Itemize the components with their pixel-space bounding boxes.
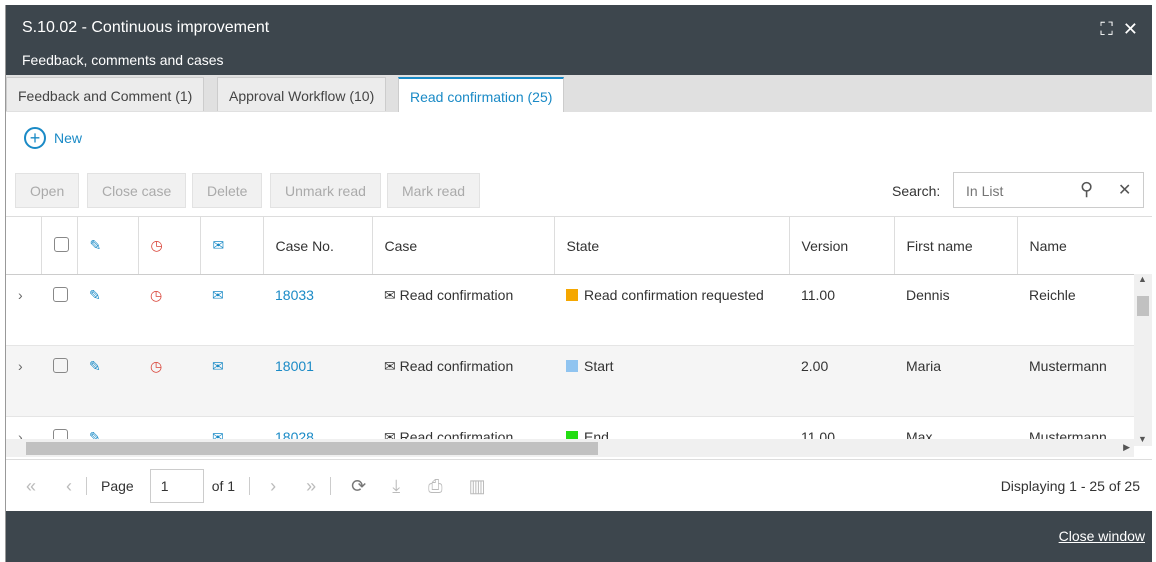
col-case-no[interactable]: Case No. bbox=[263, 217, 373, 275]
header-row: ✎ ◷ ✉ Case No. Case State Version First … bbox=[6, 217, 1134, 275]
unmark-read-button[interactable]: Unmark read bbox=[270, 173, 381, 208]
first-page-icon[interactable]: « bbox=[26, 476, 36, 497]
window-subtitle: Feedback, comments and cases bbox=[22, 52, 224, 68]
name: Reichle bbox=[1017, 274, 1134, 346]
page-input[interactable] bbox=[149, 469, 204, 503]
state-color-icon bbox=[566, 360, 578, 372]
display-count: Displaying 1 - 25 of 25 bbox=[1000, 478, 1140, 494]
window-title: S.10.02 - Continuous improvement bbox=[22, 19, 270, 36]
col-first-name[interactable]: First name bbox=[894, 217, 1018, 275]
version: 2.00 bbox=[789, 345, 894, 417]
page-count: of 1 bbox=[211, 478, 236, 494]
comment-edit-icon[interactable]: ✎ bbox=[77, 274, 138, 346]
last-page-icon[interactable]: » bbox=[306, 476, 316, 497]
pagination-bar: « ‹ Page of 1 › » ⟳ ⤓ ⎙ ▥ Displaying 1 -… bbox=[6, 459, 1152, 512]
print-icon[interactable]: ⎙ bbox=[428, 476, 442, 497]
tab-approval-workflow[interactable]: Approval Workflow (10) bbox=[217, 77, 387, 111]
select-all-checkbox[interactable] bbox=[53, 236, 69, 252]
open-button[interactable]: Open bbox=[15, 173, 80, 208]
close-window-link[interactable]: Close window bbox=[1059, 528, 1145, 544]
search-box: ⚲ ✕ bbox=[953, 172, 1144, 208]
clock-icon: ◷ bbox=[138, 274, 200, 346]
new-label: New bbox=[54, 130, 83, 146]
mark-read-button[interactable]: Mark read bbox=[387, 173, 481, 208]
case-number-link[interactable]: 18001 bbox=[275, 358, 314, 374]
first-name: Dennis bbox=[894, 274, 1017, 346]
search-label: Search: bbox=[892, 183, 941, 199]
new-button[interactable]: + New bbox=[24, 127, 82, 149]
download-icon[interactable]: ⤓ bbox=[392, 476, 400, 497]
maximize-icon[interactable]: ⛶ bbox=[1100, 19, 1113, 40]
dialog-window: S.10.02 - Continuous improvement Feedbac… bbox=[5, 5, 1152, 562]
col-name[interactable]: Name bbox=[1017, 217, 1134, 275]
refresh-icon[interactable]: ⟳ bbox=[351, 476, 366, 497]
plus-circle-icon: + bbox=[24, 127, 46, 149]
case-type: Read confirmation bbox=[399, 358, 514, 374]
delete-button[interactable]: Delete bbox=[192, 173, 263, 208]
read-confirmation-icon: ✉ bbox=[384, 287, 400, 303]
vertical-scrollbar[interactable]: ▲ ▼ bbox=[1134, 274, 1152, 446]
envelope-icon: ✉ bbox=[200, 217, 264, 275]
close-icon[interactable]: ✕ bbox=[1123, 19, 1138, 40]
col-state[interactable]: State bbox=[554, 217, 790, 275]
tab-feedback[interactable]: Feedback and Comment (1) bbox=[6, 77, 205, 111]
search-icon[interactable]: ⚲ bbox=[1080, 179, 1093, 200]
close-case-button[interactable]: Close case bbox=[87, 173, 187, 208]
comment-edit-icon[interactable]: ✎ bbox=[77, 345, 138, 417]
case-type: Read confirmation bbox=[399, 287, 514, 303]
search-input[interactable] bbox=[964, 182, 1078, 200]
next-page-icon[interactable]: › bbox=[270, 476, 276, 497]
window-footer: Close window bbox=[6, 511, 1152, 562]
comment-edit-icon: ✎ bbox=[77, 217, 139, 275]
envelope-open-icon: ✉ bbox=[200, 345, 263, 417]
envelope-open-icon: ✉ bbox=[200, 274, 263, 346]
row-checkbox[interactable] bbox=[53, 287, 68, 302]
first-name: Maria bbox=[894, 345, 1017, 417]
state-color-icon bbox=[566, 289, 578, 301]
window-header: S.10.02 - Continuous improvement Feedbac… bbox=[6, 5, 1152, 75]
tab-bar: Feedback and Comment (1) Approval Workfl… bbox=[6, 75, 1152, 112]
col-version[interactable]: Version bbox=[789, 217, 895, 275]
case-number-link[interactable]: 18033 bbox=[275, 287, 314, 303]
col-case[interactable]: Case bbox=[372, 217, 555, 275]
prev-page-icon[interactable]: ‹ bbox=[66, 476, 72, 497]
clock-icon: ◷ bbox=[138, 217, 201, 275]
state: Start bbox=[584, 358, 614, 374]
expand-header bbox=[6, 217, 42, 275]
read-confirmation-icon: ✉ bbox=[384, 358, 400, 374]
expand-icon[interactable]: › bbox=[6, 345, 41, 417]
cases-grid: ✎ ◷ ✉ Case No. Case State Version First … bbox=[6, 216, 1152, 446]
row-checkbox[interactable] bbox=[53, 358, 68, 373]
horizontal-scrollbar[interactable]: ▶ bbox=[6, 439, 1134, 457]
table-row[interactable]: › ✎ ◷ ✉ 18001 ✉ Read confirmation Start … bbox=[6, 345, 1134, 417]
tab-read-confirmation[interactable]: Read confirmation (25) bbox=[398, 77, 565, 112]
clear-icon[interactable]: ✕ bbox=[1118, 180, 1131, 200]
layout-icon[interactable]: ▥ bbox=[469, 476, 486, 497]
expand-icon[interactable]: › bbox=[6, 274, 41, 346]
table-row[interactable]: › ✎ ◷ ✉ 18033 ✉ Read confirmation Read c… bbox=[6, 274, 1134, 346]
clock-icon: ◷ bbox=[138, 345, 200, 417]
page-label: Page bbox=[101, 478, 134, 494]
name: Mustermann bbox=[1017, 345, 1134, 417]
state: Read confirmation requested bbox=[584, 287, 764, 303]
version: 11.00 bbox=[789, 274, 894, 346]
